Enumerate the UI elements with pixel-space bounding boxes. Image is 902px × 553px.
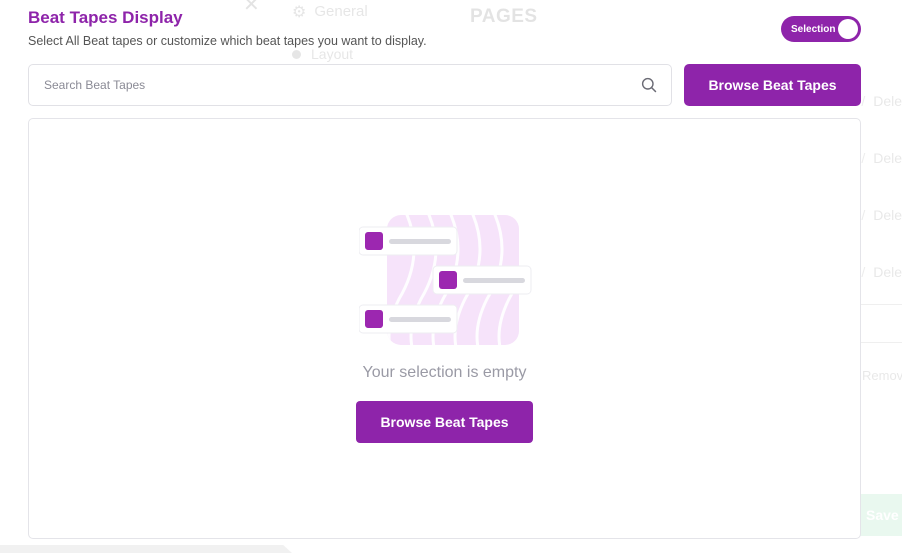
divider (860, 304, 902, 305)
selection-toggle-label: Selection (791, 23, 836, 35)
tab-general-label: General (314, 3, 368, 20)
empty-selection-illustration (359, 215, 532, 345)
selection-panel: Your selection is empty Browse Beat Tape… (28, 118, 861, 539)
empty-selection-message: Your selection is empty (362, 364, 527, 381)
delete-link[interactable]: / Dele (861, 207, 902, 223)
delete-link[interactable]: / Dele (861, 93, 902, 109)
save-button[interactable]: Save (860, 494, 902, 536)
search-input[interactable] (29, 65, 629, 105)
modal-subtitle: Select All Beat tapes or customize which… (28, 34, 427, 48)
beat-tapes-modal-screen: ✕ ⚙ General Layout PAGES / Dele / Dele / De… (0, 0, 902, 553)
bottom-scrollbar (0, 545, 292, 553)
search-box (28, 64, 672, 106)
selection-toggle[interactable]: Selection (781, 16, 861, 42)
pages-heading: PAGES (470, 6, 538, 27)
modal-title: Beat Tapes Display (28, 8, 183, 27)
toggle-knob (838, 19, 858, 39)
tab-layout-label: Layout (311, 46, 354, 62)
delete-link[interactable]: / Dele (861, 264, 902, 280)
bullet-icon (292, 49, 301, 59)
close-icon[interactable]: ✕ (243, 0, 260, 16)
tab-layout[interactable]: Layout (292, 46, 353, 62)
browse-beat-tapes-empty-button[interactable]: Browse Beat Tapes (356, 401, 533, 443)
divider (860, 342, 902, 343)
remove-link[interactable]: Remove (862, 368, 902, 383)
gear-icon: ⚙ (292, 2, 307, 21)
search-icon[interactable] (641, 77, 657, 93)
delete-link[interactable]: / Dele (861, 150, 902, 166)
tab-general[interactable]: ⚙ General (292, 2, 368, 21)
browse-beat-tapes-button[interactable]: Browse Beat Tapes (684, 64, 861, 106)
